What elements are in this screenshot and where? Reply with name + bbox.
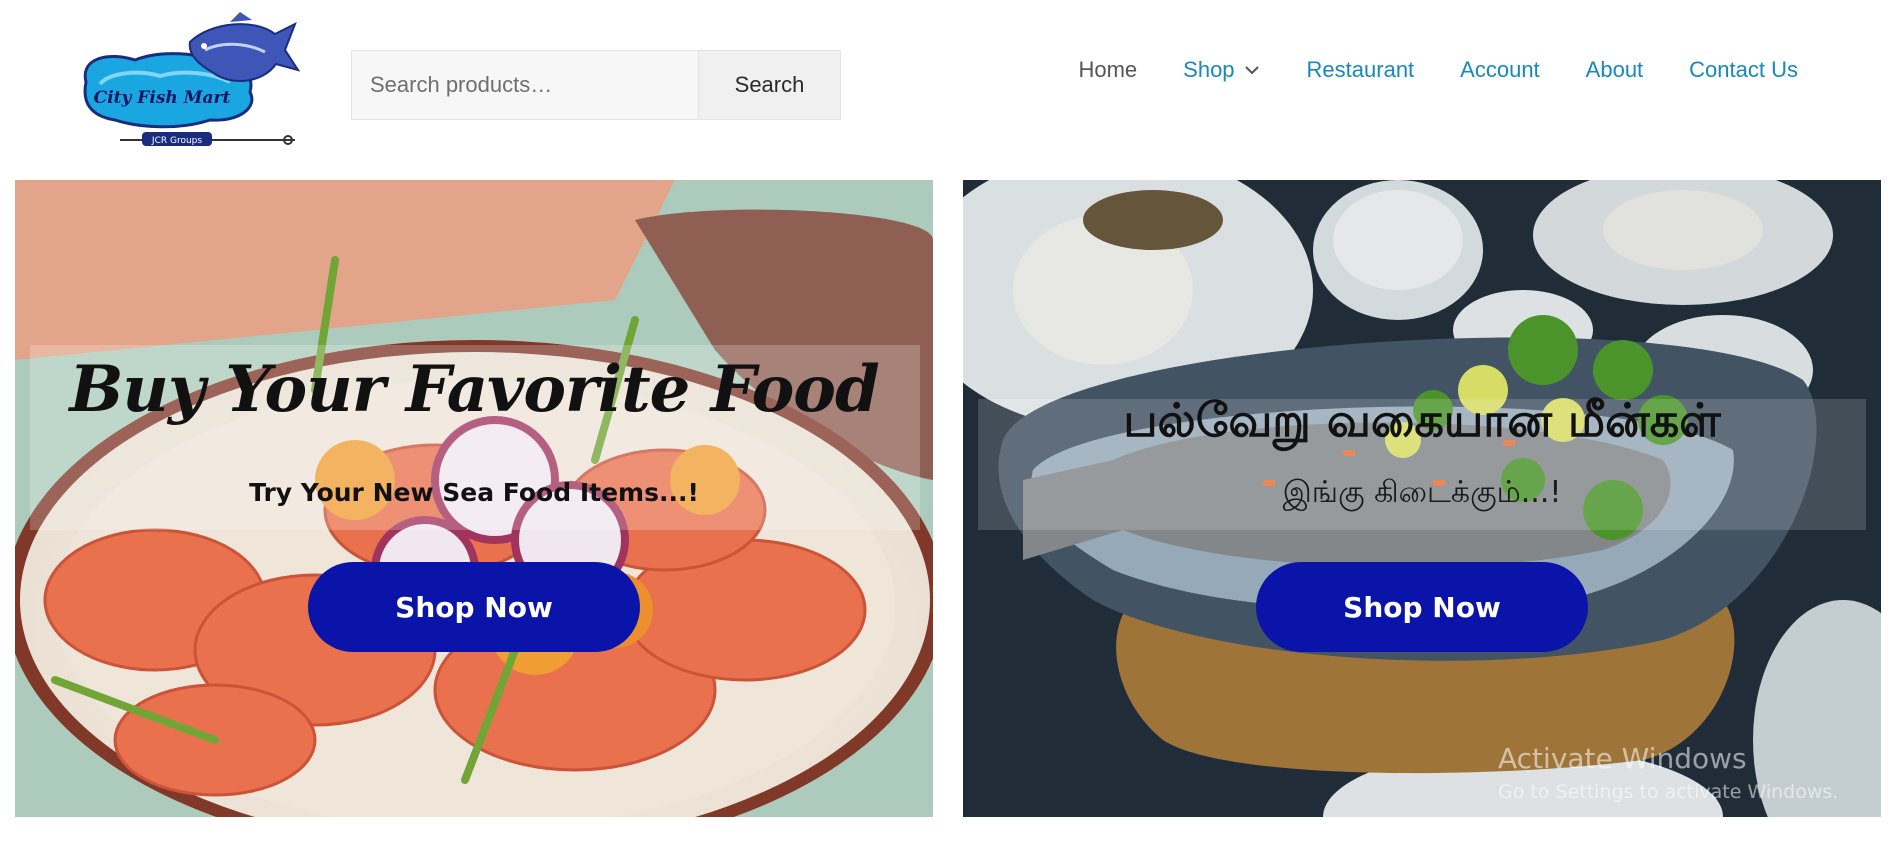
nav-about[interactable]: About <box>1586 57 1644 83</box>
watermark-subtitle: Go to Settings to activate Windows. <box>1498 781 1839 803</box>
nav-shop[interactable]: Shop <box>1183 57 1260 83</box>
shop-now-button-left[interactable]: Shop Now <box>308 562 640 652</box>
banner-right-subtitle: இங்கு கிடைக்கும்...! <box>1282 475 1562 510</box>
banner-right-title: பல்வேறு வகையான மீன்கள் <box>1123 393 1721 447</box>
nav-account[interactable]: Account <box>1460 57 1540 83</box>
nav-home[interactable]: Home <box>1078 57 1137 83</box>
nav-restaurant[interactable]: Restaurant <box>1307 57 1415 83</box>
city-fish-mart-logo[interactable]: JCR Groups City Fish Mart <box>80 12 301 157</box>
shop-now-button-right[interactable]: Shop Now <box>1256 562 1588 652</box>
banner-left-subtitle: Try Your New Sea Food Items...! <box>249 478 699 507</box>
main-nav: Home Shop Restaurant Account About Conta… <box>1078 57 1798 83</box>
nav-contact-us[interactable]: Contact Us <box>1689 57 1798 83</box>
logo-graphic: JCR Groups City Fish Mart <box>83 12 301 146</box>
logo-tagline: JCR Groups <box>151 136 202 146</box>
activate-windows-watermark: Activate Windows Go to Settings to activ… <box>1498 742 1838 803</box>
banner-left-title: Buy Your Favorite Food <box>69 352 879 427</box>
nav-shop-label: Shop <box>1183 57 1235 82</box>
search-button[interactable]: Search <box>699 50 841 120</box>
seafood-promo-banner: Buy Your Favorite Food Try Your New Sea … <box>15 180 933 817</box>
nav-about-label: About <box>1585 57 1644 82</box>
watermark-title: Activate Windows <box>1498 742 1747 775</box>
chevron-down-icon <box>1244 66 1259 75</box>
nav-account-label: Account <box>1460 57 1540 82</box>
nav-restaurant-label: Restaurant <box>1306 57 1415 82</box>
search-input[interactable] <box>351 50 699 120</box>
logo-title: City Fish Mart <box>94 88 231 108</box>
product-search: Search <box>351 50 841 120</box>
nav-home-label: Home <box>1078 57 1138 82</box>
nav-contact-us-label: Contact Us <box>1689 57 1798 82</box>
fish-variety-banner: பல்வேறு வகையான மீன்கள் இங்கு கிடைக்கும்.… <box>963 180 1881 817</box>
